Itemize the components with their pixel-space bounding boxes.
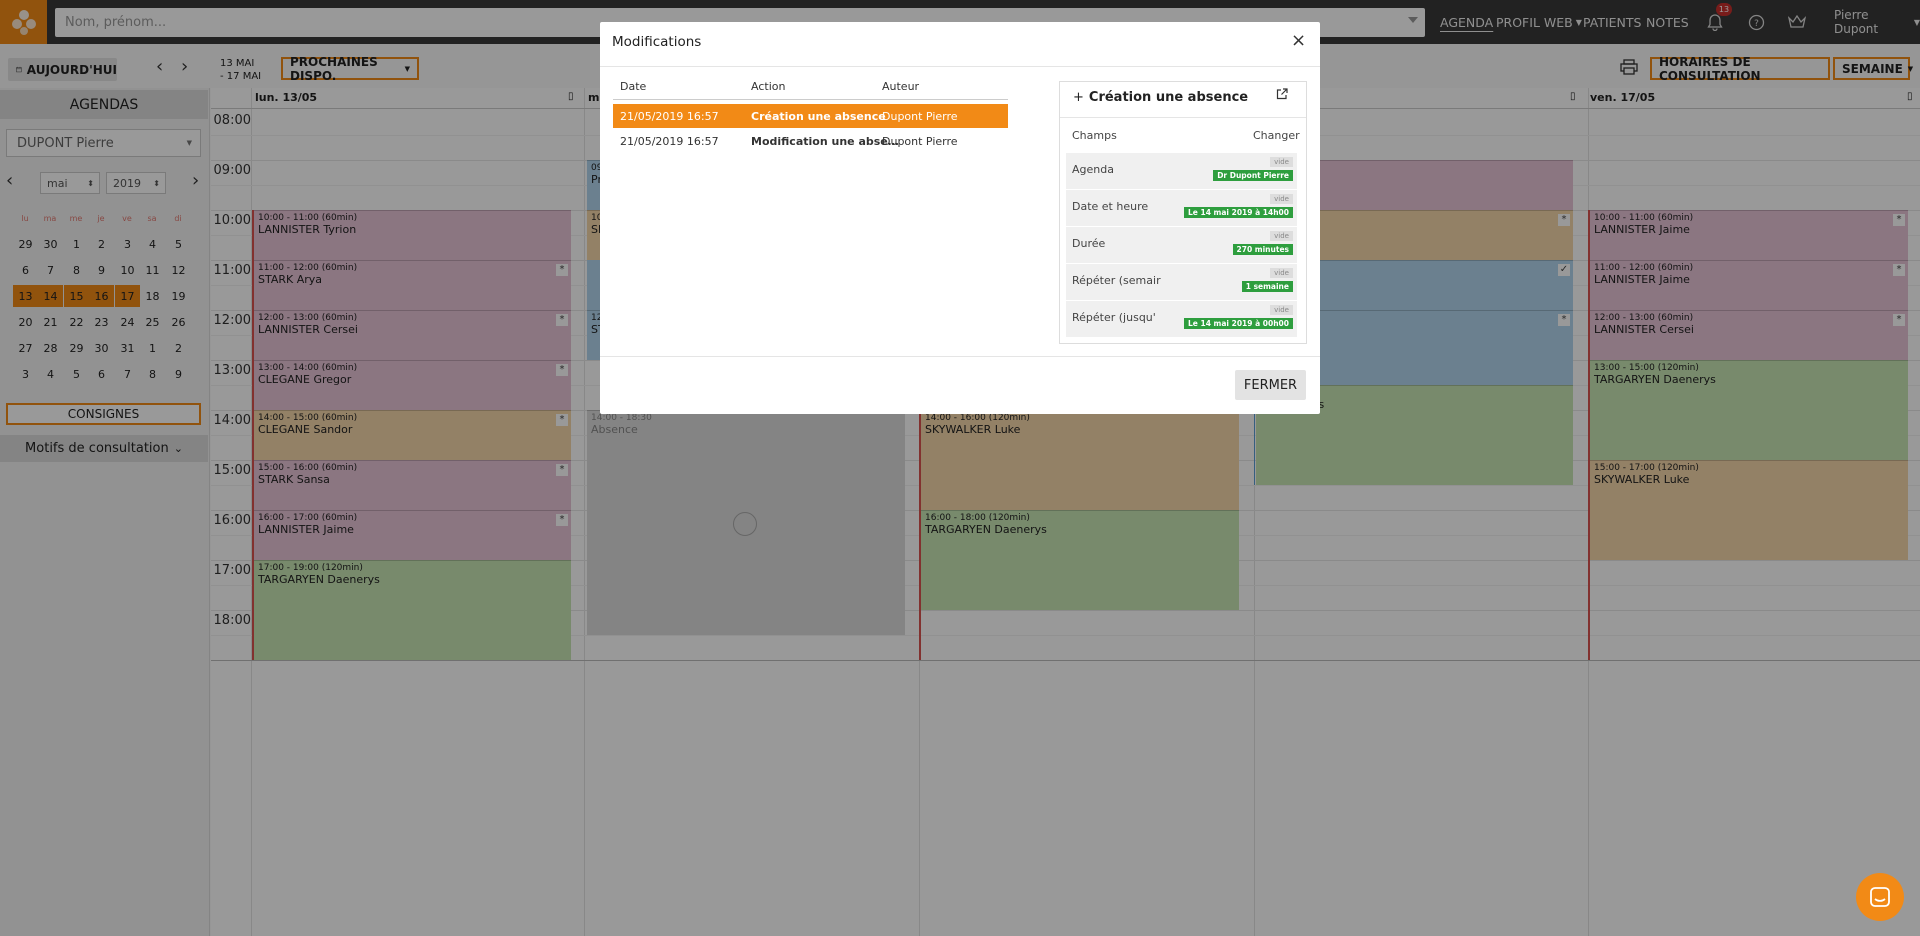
detail-field-row: Répéter (semair vide 1 semaine (1066, 264, 1297, 300)
col-header-author: Auteur (882, 80, 920, 93)
col-header-date: Date (620, 80, 647, 93)
field-label: Durée (1072, 237, 1106, 250)
detail-field-row: Répéter (jusqu' vide Le 14 mai 2019 à 00h0… (1066, 301, 1297, 337)
new-value-badge: Le 14 mai 2019 à 00h00 (1184, 318, 1293, 329)
old-value-badge: vide (1270, 268, 1293, 278)
row-action: Modification une abse… (751, 135, 899, 148)
detail-title-text: Création une absence (1088, 90, 1249, 105)
modal-header-divider (600, 66, 1320, 67)
row-action: Création une absence (751, 110, 886, 123)
close-icon[interactable]: × (1291, 30, 1306, 51)
new-value-badge: Dr Dupont Pierre (1213, 170, 1293, 181)
detail-col-fields: Champs (1072, 129, 1117, 142)
detail-field-row: Durée vide 270 minutes (1066, 227, 1297, 263)
field-label: Répéter (jusqu' (1072, 311, 1156, 324)
external-link-icon[interactable] (1276, 88, 1288, 103)
new-value-badge: 1 semaine (1241, 281, 1293, 292)
modal-footer-divider (600, 356, 1320, 357)
detail-divider (1060, 117, 1306, 118)
row-date: 21/05/2019 16:57 (620, 135, 719, 148)
table-header-divider (613, 99, 1008, 100)
col-header-action: Action (751, 80, 786, 93)
row-date: 21/05/2019 16:57 (620, 110, 719, 123)
old-value-badge: vide (1270, 305, 1293, 315)
close-modal-button[interactable]: FERMER (1235, 370, 1306, 400)
new-value-badge: Le 14 mai 2019 à 14h00 (1184, 207, 1293, 218)
field-label: Agenda (1072, 163, 1114, 176)
field-label: Répéter (semair (1072, 274, 1161, 287)
row-author: Dupont Pierre (882, 135, 958, 148)
history-row[interactable]: 21/05/2019 16:57 Création une absence Du… (613, 104, 1008, 128)
modal-title: Modifications (612, 34, 702, 50)
plus-icon: + (1073, 90, 1084, 105)
detail-field-row: Agenda vide Dr Dupont Pierre (1066, 153, 1297, 189)
history-row[interactable]: 21/05/2019 16:57 Modification une abse… … (613, 129, 1008, 153)
new-value-badge: 270 minutes (1232, 244, 1293, 255)
chat-launcher[interactable] (1856, 873, 1904, 921)
detail-title: + Création une absence (1073, 90, 1248, 105)
detail-col-change: Changer (1253, 129, 1300, 142)
detail-field-row: Date et heure vide Le 14 mai 2019 à 14h00 (1066, 190, 1297, 226)
old-value-badge: vide (1270, 231, 1293, 241)
old-value-badge: vide (1270, 157, 1293, 167)
field-label: Date et heure (1072, 200, 1149, 213)
old-value-badge: vide (1270, 194, 1293, 204)
chat-icon (1870, 887, 1890, 907)
row-author: Dupont Pierre (882, 110, 958, 123)
